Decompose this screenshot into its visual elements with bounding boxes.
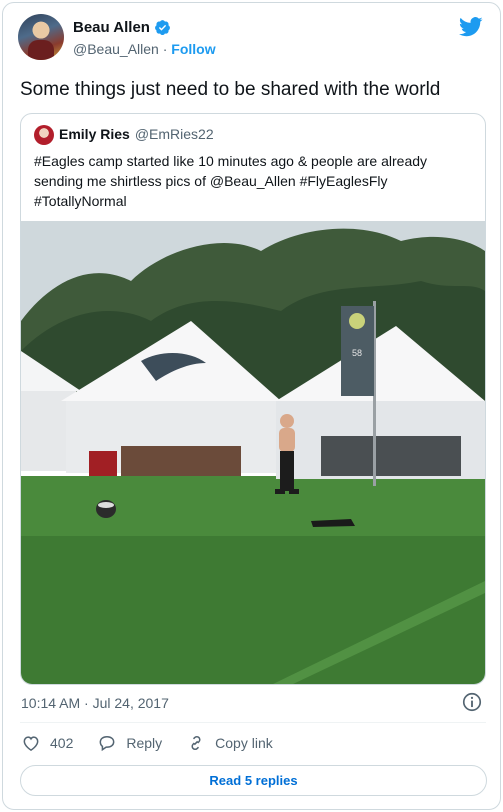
heart-icon bbox=[23, 736, 39, 751]
link-icon bbox=[191, 735, 201, 751]
tweet-timestamp[interactable]: 10:14 AM · Jul 24, 2017 bbox=[21, 695, 169, 711]
reply-label: Reply bbox=[126, 735, 163, 751]
reply-bubble-icon bbox=[99, 735, 115, 752]
quoted-author-name: Emily Ries bbox=[59, 126, 130, 142]
quoted-tweet-text: #Eagles camp started like 10 minutes ago… bbox=[34, 153, 428, 209]
copy-link-label: Copy link bbox=[215, 735, 273, 751]
copy-link-button[interactable]: Copy link bbox=[186, 733, 273, 753]
avatar-figure bbox=[28, 40, 54, 60]
tweet-embed-card: Beau Allen @Beau_Allen · Follow Some thi… bbox=[2, 2, 501, 810]
read-replies-button[interactable]: Read 5 replies bbox=[20, 765, 487, 796]
twitter-bird-icon[interactable] bbox=[459, 17, 483, 37]
quoted-author-row: Emily Ries @EmRies22 bbox=[59, 126, 214, 142]
quoted-author-avatar bbox=[34, 125, 54, 145]
author-name-row: Beau Allen bbox=[73, 19, 171, 36]
divider bbox=[20, 722, 486, 723]
author-name[interactable]: Beau Allen bbox=[73, 19, 150, 36]
info-icon[interactable] bbox=[461, 691, 483, 713]
quoted-tweet-photo[interactable]: 58 bbox=[21, 221, 485, 685]
like-count: 402 bbox=[50, 735, 74, 751]
like-button[interactable]: 402 bbox=[21, 733, 73, 753]
action-bar: 402 Reply Copy link bbox=[21, 733, 297, 753]
author-handle-row: @Beau_Allen · Follow bbox=[73, 41, 216, 57]
reply-button[interactable]: Reply bbox=[97, 733, 162, 753]
author-handle[interactable]: @Beau_Allen bbox=[73, 41, 159, 57]
quoted-author-handle: @EmRies22 bbox=[134, 126, 214, 142]
author-avatar[interactable] bbox=[18, 14, 64, 60]
quoted-tweet[interactable]: Emily Ries @EmRies22 #Eagles camp starte… bbox=[20, 113, 486, 685]
banner-number: 58 bbox=[352, 348, 362, 358]
handle-separator: · bbox=[162, 41, 168, 57]
tweet-text: Some things just need to be shared with … bbox=[20, 79, 441, 100]
verified-badge-icon bbox=[155, 20, 170, 36]
follow-link[interactable]: Follow bbox=[171, 41, 215, 57]
